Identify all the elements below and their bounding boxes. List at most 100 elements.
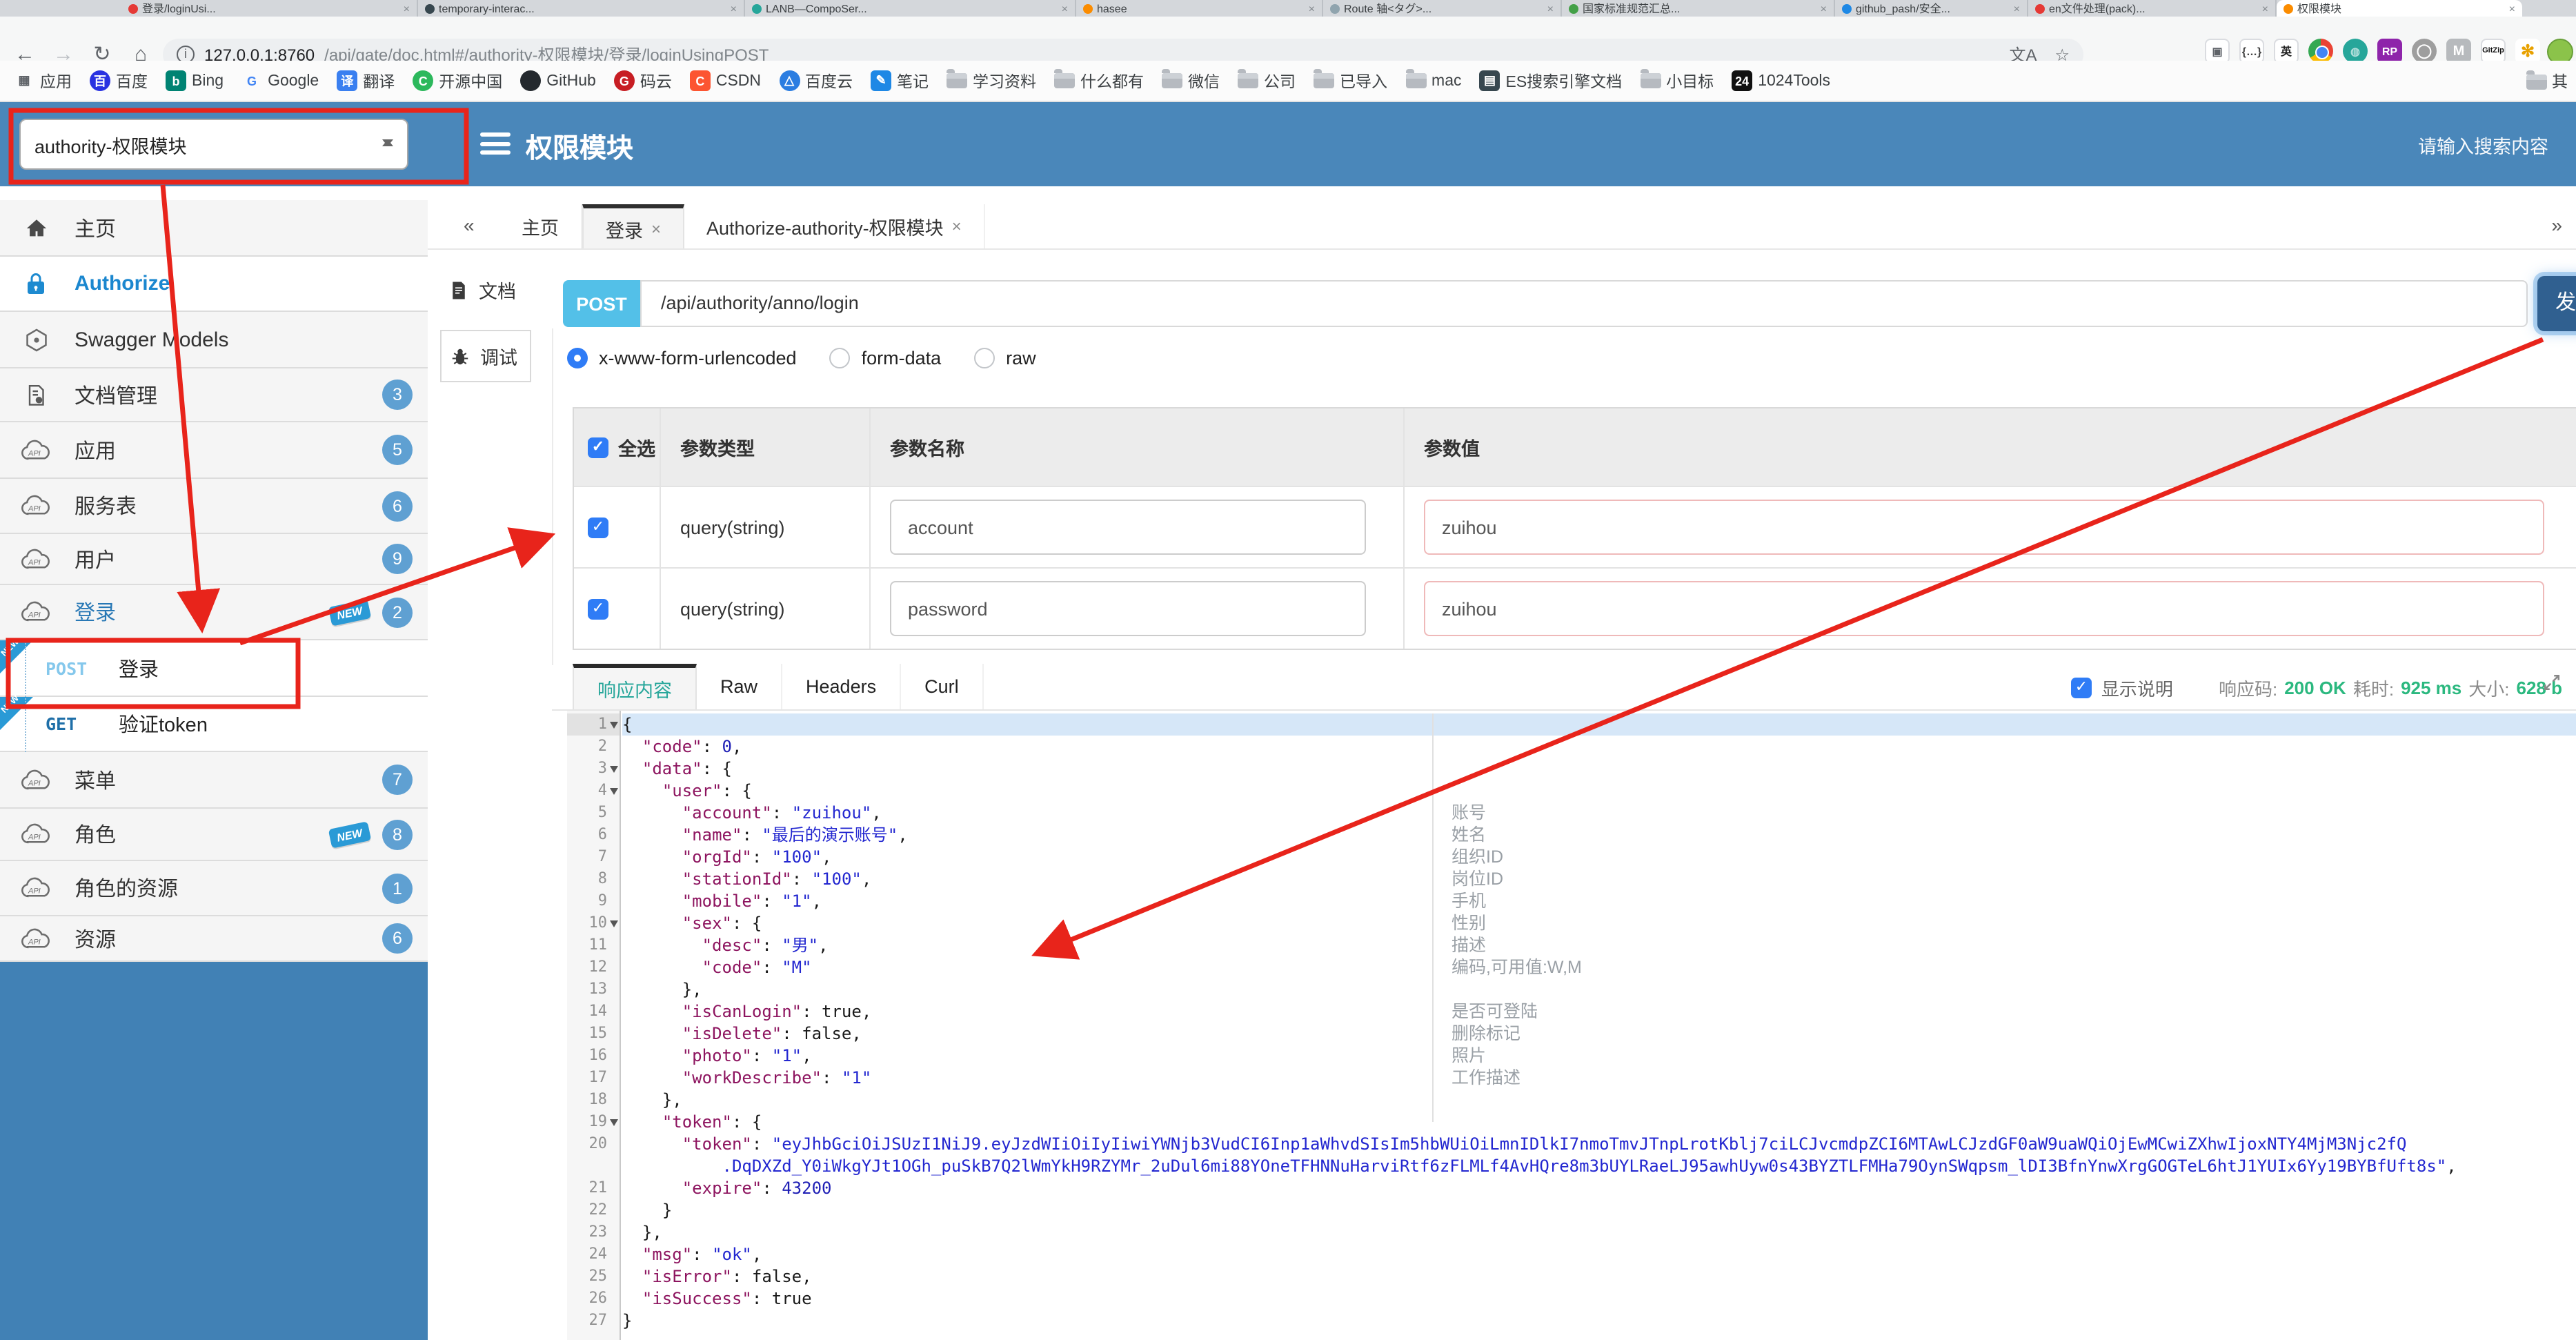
tab-close-icon[interactable]: × <box>1821 1 1827 17</box>
sidebar-item-资源[interactable]: API 资源 6 <box>0 916 428 962</box>
response-tab-Raw[interactable]: Raw <box>697 664 783 709</box>
gitzip-extension-icon[interactable] <box>2481 39 2506 63</box>
tab-close-icon[interactable]: × <box>2262 1 2268 17</box>
content-type-option[interactable]: form-data <box>829 348 941 368</box>
tab-close-icon[interactable]: × <box>952 217 962 236</box>
bookmark-item[interactable]: G 码云 <box>613 70 672 92</box>
browser-tab[interactable]: 权限模块 × <box>2277 0 2522 17</box>
sidebar-api-post-登录[interactable]: NEW POST 登录 <box>0 637 428 697</box>
other-bookmarks[interactable]: 其 <box>2526 70 2568 92</box>
bookmark-item[interactable]: b Bing <box>166 70 224 91</box>
response-tab-Curl[interactable]: Curl <box>901 664 984 709</box>
fold-caret-icon[interactable] <box>610 1119 618 1126</box>
fullscreen-icon[interactable] <box>2543 673 2561 698</box>
tab-close-icon[interactable]: × <box>1062 1 1068 17</box>
chrome-extension-icon[interactable] <box>2308 39 2333 63</box>
json-response-viewer[interactable]: { "code": 0, "data": { "user": { "accoun… <box>622 713 2576 1340</box>
bookmark-item[interactable]: 百百度 <box>90 70 148 92</box>
response-tab-Headers[interactable]: Headers <box>782 664 902 709</box>
param-checkbox[interactable]: ✓ <box>588 517 608 538</box>
tab-close-icon[interactable]: × <box>1309 1 1315 17</box>
m-chevron-extension-icon[interactable] <box>2446 39 2471 63</box>
content-type-option[interactable]: x-www-form-urlencoded <box>567 348 797 368</box>
show-description-checkbox[interactable]: ✓ <box>2070 678 2092 698</box>
browser-tab[interactable]: Route 轴<タグ>... × <box>1323 0 1562 17</box>
rp-extension-icon[interactable] <box>2377 39 2402 63</box>
bookmark-item[interactable]: 译翻译 <box>337 70 395 92</box>
globe-extension-icon[interactable] <box>2343 39 2368 63</box>
sidebar-item-应用[interactable]: API 应用 5 <box>0 422 428 479</box>
module-select[interactable]: authority-权限模块 <box>19 119 408 170</box>
param-checkbox[interactable]: ✓ <box>588 598 608 619</box>
sidebar-item-登录[interactable]: API 登录 NEW 2 <box>0 585 428 640</box>
select-all-checkbox[interactable]: ✓ <box>588 437 608 457</box>
tab-close-icon[interactable]: × <box>1547 1 1554 17</box>
browser-tab[interactable]: hasee × <box>1076 0 1323 17</box>
browser-tab[interactable]: en文件处理(pack)... × <box>2028 0 2277 17</box>
tab-close-icon[interactable]: × <box>731 1 737 17</box>
bookmark-item[interactable]: ▦ 应用 <box>14 70 72 92</box>
bookmark-item[interactable]: C 开源中国 <box>413 70 502 92</box>
content-tab-登录[interactable]: 登录 × <box>582 204 685 248</box>
content-tab-Authorize-authority-权限模块[interactable]: Authorize-authority-权限模块 × <box>684 204 985 248</box>
bookmark-item[interactable]: GitHub <box>520 70 596 91</box>
browser-tab[interactable]: github_pash/安全... × <box>1835 0 2028 17</box>
bookmark-item[interactable]: mac <box>1405 69 1462 89</box>
bookmark-item[interactable]: ▤ ES搜索引擎文档 <box>1479 70 1622 92</box>
tabs-collapse-icon[interactable]: « <box>464 214 475 236</box>
en-translate-extension-icon[interactable] <box>2274 39 2299 63</box>
bookmark-item[interactable]: 什么都有 <box>1054 69 1144 92</box>
sidebar-item-Swagger Models[interactable]: Swagger Models <box>0 312 428 368</box>
bookmark-item[interactable]: 已导入 <box>1314 69 1387 92</box>
send-button[interactable]: 发 <box>2537 276 2576 331</box>
sidebar-item-用户[interactable]: API 用户 9 <box>0 534 428 585</box>
content-tab-主页[interactable]: 主页 <box>499 204 582 248</box>
search-input[interactable]: 请输入搜索内容 <box>2418 131 2548 159</box>
bookmark-item[interactable]: 公司 <box>1238 69 1296 92</box>
fold-caret-icon[interactable] <box>610 920 618 927</box>
browser-tab[interactable]: LANB—CompoSer... × <box>745 0 1076 17</box>
sidebar-item-菜单[interactable]: API 菜单 7 <box>0 752 428 809</box>
menu-toggle-icon[interactable] <box>480 132 511 155</box>
nav-item-debug[interactable]: 调试 <box>440 330 531 382</box>
sidebar-item-服务表[interactable]: API 服务表 6 <box>0 479 428 534</box>
tab-close-icon[interactable]: × <box>651 219 661 238</box>
sidebar-item-角色[interactable]: API 角色 NEW 8 <box>0 809 428 861</box>
braces-extension-icon[interactable] <box>2239 39 2264 63</box>
radio-icon[interactable] <box>974 348 995 368</box>
bookmark-item[interactable]: ✎ 笔记 <box>871 70 929 92</box>
param-value-input[interactable] <box>1424 581 2544 636</box>
sidebar-item-主页[interactable]: 主页 <box>0 200 428 257</box>
nav-item-document[interactable]: 文档 <box>448 276 516 304</box>
content-type-option[interactable]: raw <box>974 348 1036 368</box>
browser-tab[interactable]: temporary-interac... × <box>418 0 745 17</box>
sidebar-api-get-验证token[interactable]: NEW GET 验证token <box>0 693 428 752</box>
bookmark-item[interactable]: 学习资料 <box>947 69 1036 92</box>
fold-caret-icon[interactable] <box>610 766 618 773</box>
ring-extension-icon[interactable] <box>2412 39 2437 63</box>
request-url-field[interactable]: /api/authority/anno/login <box>640 280 2528 327</box>
browser-tab[interactable]: 登录/loginUsi... × <box>121 0 418 17</box>
pinwheel-extension-icon[interactable] <box>2515 39 2540 63</box>
fold-caret-icon[interactable] <box>610 722 618 729</box>
browser-tab[interactable]: 国家标准规范汇总... × <box>1562 0 1835 17</box>
tab-close-icon[interactable]: × <box>2509 1 2515 17</box>
tab-close-icon[interactable]: × <box>404 1 410 17</box>
bookmark-item[interactable]: △ 百度云 <box>779 70 853 92</box>
bookmark-item[interactable]: G Google <box>241 70 319 91</box>
radio-icon[interactable] <box>567 348 588 368</box>
bookmark-item[interactable]: C CSDN <box>689 70 761 91</box>
bookmark-item[interactable]: 小目标 <box>1640 69 1714 92</box>
bookmark-item[interactable]: 24 1024Tools <box>1732 70 1830 91</box>
postman-extension-icon[interactable] <box>2205 39 2230 63</box>
param-name-input[interactable] <box>890 581 1366 636</box>
param-name-input[interactable] <box>890 500 1366 555</box>
param-value-input[interactable] <box>1424 500 2544 555</box>
tabs-expand-icon[interactable]: » <box>2551 214 2562 236</box>
sidebar-item-文档管理[interactable]: 文档管理 3 <box>0 368 428 422</box>
radio-icon[interactable] <box>829 348 851 368</box>
tab-close-icon[interactable]: × <box>2014 1 2020 17</box>
sidebar-item-Authorize[interactable]: Authorize <box>0 257 428 312</box>
bookmark-item[interactable]: 微信 <box>1162 69 1220 92</box>
fold-caret-icon[interactable] <box>610 788 618 795</box>
